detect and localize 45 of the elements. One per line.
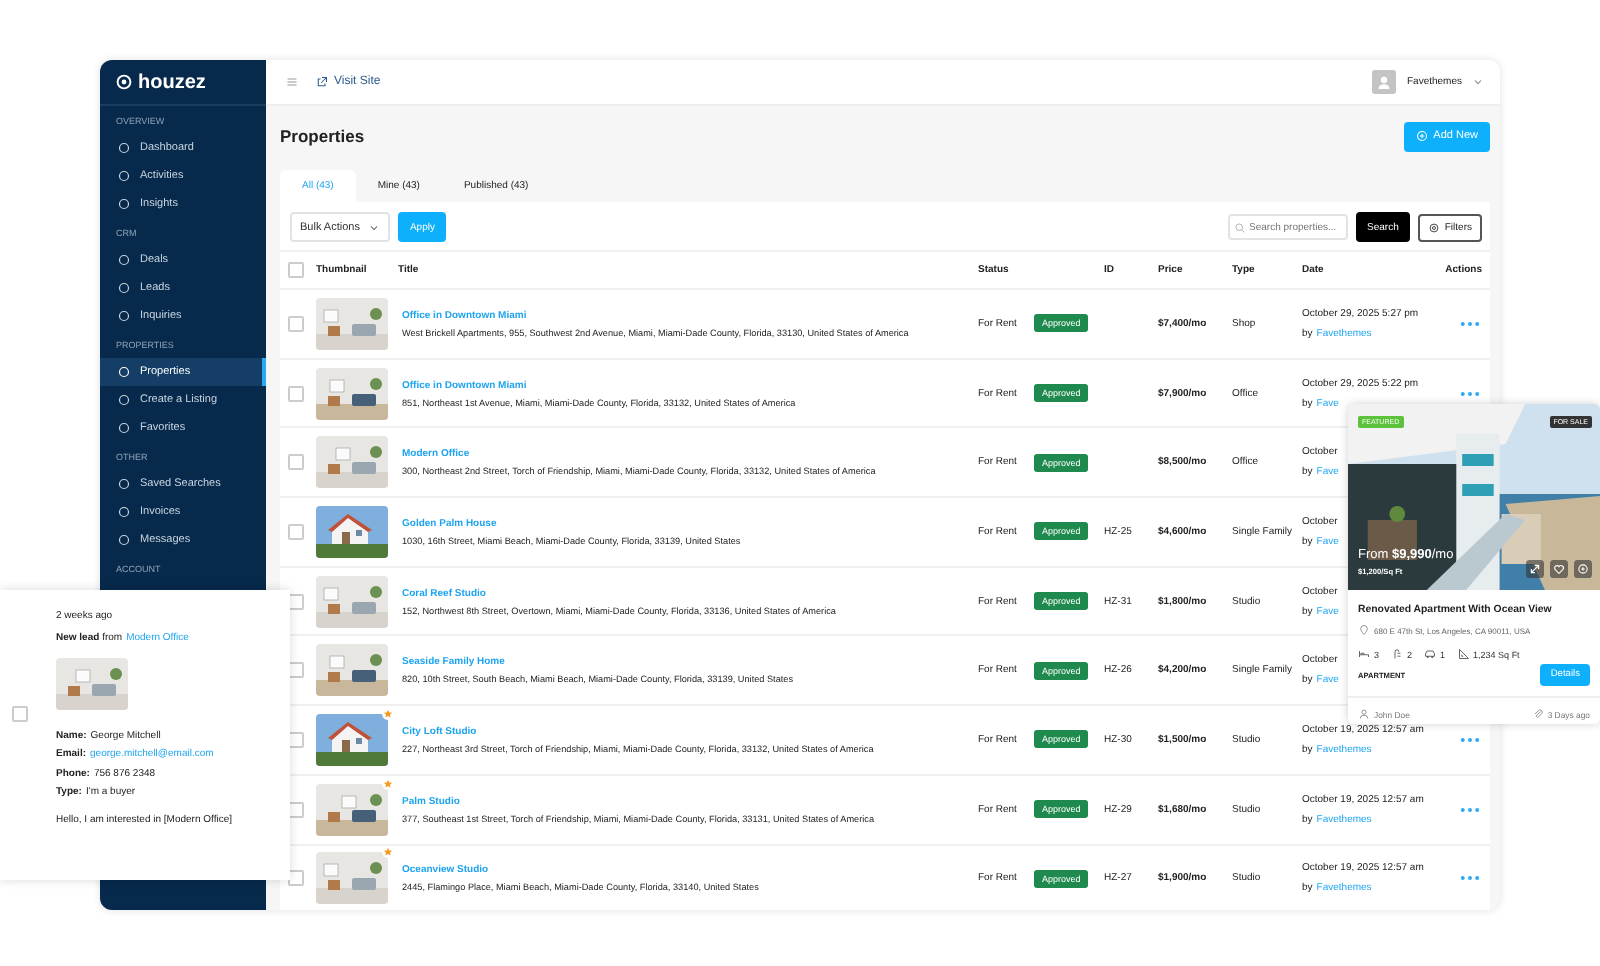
- circle-icon: [118, 170, 130, 182]
- menu-icon[interactable]: [286, 76, 298, 88]
- checkbox[interactable]: [288, 523, 304, 540]
- circle-icon: [118, 422, 130, 434]
- circle-icon: [118, 534, 130, 546]
- person-icon: [1358, 708, 1370, 720]
- checkbox[interactable]: [12, 706, 28, 722]
- circle-icon: [118, 366, 130, 378]
- shower-icon: [1391, 648, 1404, 660]
- external-link-icon: [316, 76, 328, 88]
- search-icon: [1233, 221, 1246, 233]
- paperclip-icon: [1531, 708, 1544, 720]
- caret-icon[interactable]: [1472, 76, 1484, 88]
- checkbox[interactable]: [288, 262, 304, 278]
- caret-icon: [367, 221, 380, 233]
- logo-icon: [116, 74, 132, 90]
- circle-icon: [118, 254, 130, 266]
- checkbox[interactable]: [288, 315, 304, 332]
- page-title: Properties: [280, 126, 365, 146]
- circle-icon: [118, 282, 130, 294]
- checkbox[interactable]: [288, 385, 304, 402]
- checkbox[interactable]: [288, 870, 304, 887]
- expand-icon[interactable]: [1526, 560, 1544, 578]
- plus-circle-icon[interactable]: [1574, 560, 1592, 578]
- circle-icon: [118, 478, 130, 490]
- more-icon[interactable]: [1458, 389, 1482, 398]
- more-icon[interactable]: [1458, 319, 1482, 328]
- logo: houzez: [138, 71, 206, 93]
- more-icon[interactable]: [1458, 735, 1482, 744]
- circle-icon: [118, 506, 130, 518]
- avatar-icon: [1372, 70, 1397, 94]
- plus-circle-icon: [1415, 130, 1428, 142]
- circle-icon: [118, 310, 130, 322]
- pin-icon: [1358, 624, 1370, 636]
- ruler-icon: [1457, 648, 1470, 660]
- more-icon[interactable]: [1458, 805, 1482, 814]
- more-icon[interactable]: [1458, 874, 1482, 883]
- circle-icon: [118, 394, 130, 406]
- circle-icon: [118, 142, 130, 154]
- circle-icon: [118, 198, 130, 210]
- car-icon: [1424, 648, 1437, 660]
- checkbox[interactable]: [288, 454, 304, 471]
- gear-icon: [1428, 221, 1441, 233]
- bed-icon: [1358, 648, 1370, 660]
- heart-icon[interactable]: [1550, 560, 1568, 578]
